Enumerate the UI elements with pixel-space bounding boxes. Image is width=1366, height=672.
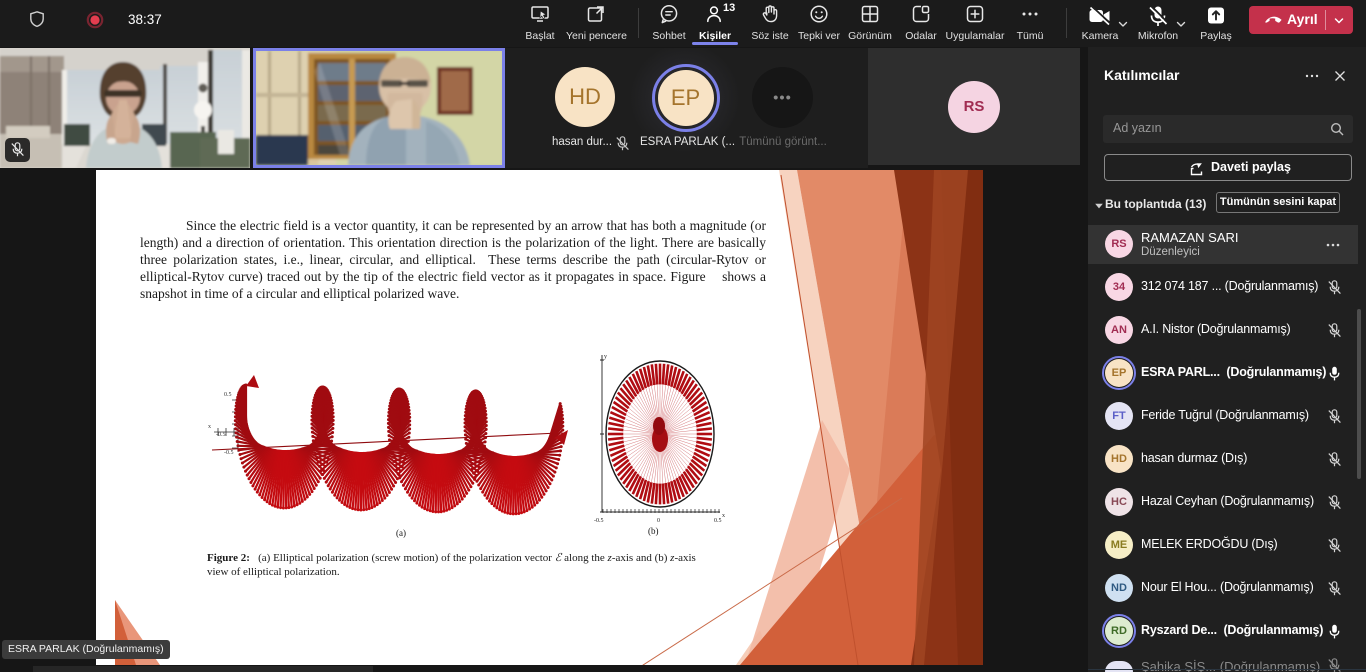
svg-text:(a): (a) — [396, 528, 406, 538]
svg-text:0.5: 0.5 — [714, 518, 722, 524]
svg-text:x: x — [208, 424, 211, 430]
svg-text:x: x — [722, 513, 725, 519]
svg-text:0: 0 — [657, 518, 660, 524]
svg-text:(b): (b) — [648, 526, 659, 536]
svg-text:0.5: 0.5 — [224, 392, 232, 398]
svg-text:-0.5: -0.5 — [594, 518, 604, 524]
svg-text:-0.5: -0.5 — [216, 432, 226, 438]
svg-text:y: y — [604, 354, 607, 360]
svg-text:-0.5: -0.5 — [224, 450, 234, 456]
